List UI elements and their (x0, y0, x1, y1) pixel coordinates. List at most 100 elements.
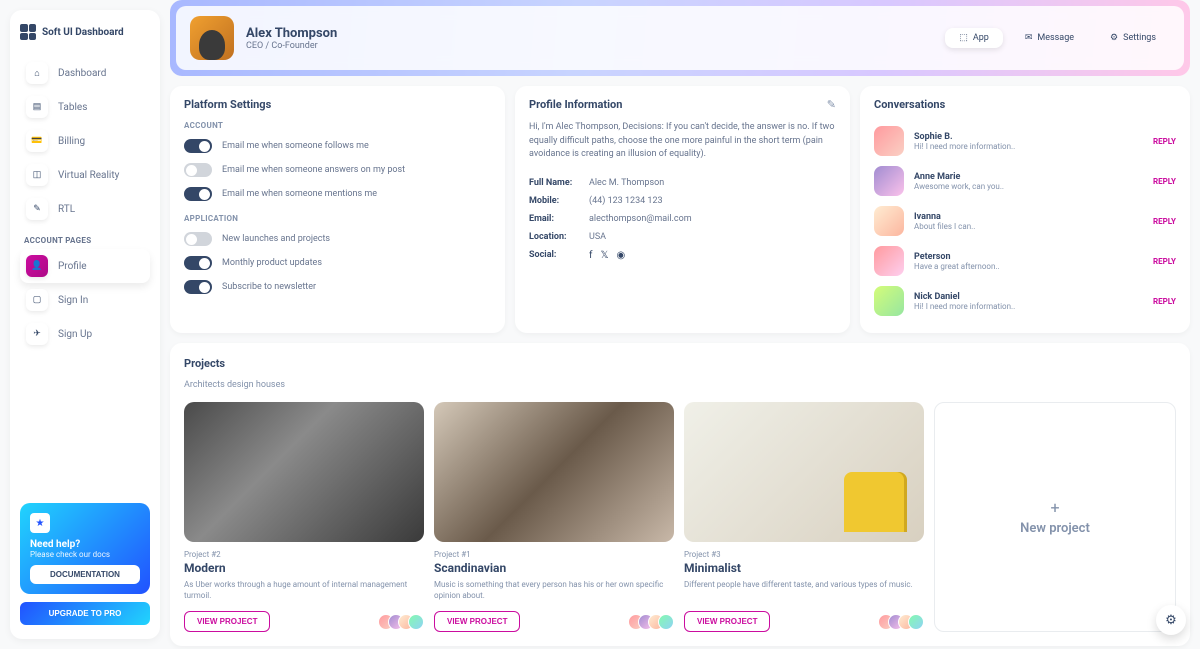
view-project-button[interactable]: VIEW PROJECT (184, 611, 270, 632)
tab-label: Settings (1123, 33, 1156, 43)
billing-icon: 💳 (26, 130, 48, 152)
gear-icon: ⚙ (1110, 33, 1118, 43)
project-number: Project #1 (434, 550, 674, 559)
project-description: Different people have different taste, a… (684, 579, 924, 601)
avatar (874, 126, 904, 156)
avatar (874, 166, 904, 196)
profile-header: Alex Thompson CEO / Co-Founder ⬚App ✉Mes… (170, 0, 1190, 76)
nav-label: Billing (58, 136, 85, 147)
card-title: Platform Settings (184, 98, 491, 111)
view-project-button[interactable]: VIEW PROJECT (434, 611, 520, 632)
facebook-icon[interactable]: f (589, 250, 592, 261)
card-title: Conversations (874, 98, 1176, 111)
conversation-item: Anne MarieAwesome work, can you..REPLY (874, 161, 1176, 201)
projects-card: Projects Architects design houses Projec… (170, 343, 1190, 646)
nav-dashboard[interactable]: ⌂Dashboard (20, 56, 150, 90)
profile-name: Alex Thompson (246, 26, 337, 41)
conv-msg: About files I can.. (914, 222, 975, 231)
reply-button[interactable]: REPLY (1153, 177, 1176, 186)
project-image (684, 402, 924, 542)
info-location-label: Location: (529, 232, 589, 242)
profile-role: CEO / Co-Founder (246, 41, 337, 51)
instagram-icon[interactable]: ◉ (617, 250, 626, 261)
new-project-button[interactable]: + New project (934, 402, 1176, 632)
project-image (434, 402, 674, 542)
reply-button[interactable]: REPLY (1153, 257, 1176, 266)
platform-settings-card: Platform Settings ACCOUNT Email me when … (170, 86, 505, 333)
card-title: Projects (184, 357, 1176, 370)
info-email-label: Email: (529, 214, 589, 224)
view-project-button[interactable]: VIEW PROJECT (684, 611, 770, 632)
toggle-mentions[interactable] (184, 187, 212, 201)
info-email: alecthompson@mail.com (589, 214, 692, 224)
card-title: Profile Information (529, 98, 836, 111)
project-title: Scandinavian (434, 561, 674, 575)
toggle-newsletter[interactable] (184, 280, 212, 294)
twitter-icon[interactable]: 𝕏 (600, 250, 608, 261)
conv-name: Ivanna (914, 212, 975, 222)
nav-profile[interactable]: 👤Profile (20, 249, 150, 283)
cube-icon: ⬚ (959, 33, 968, 43)
toggle-launches[interactable] (184, 232, 212, 246)
header-tabs: ⬚App ✉Message ⚙ Settings (945, 28, 1170, 48)
brand-icon (20, 24, 36, 40)
nav-section-label: ACCOUNT PAGES (24, 236, 146, 245)
nav-label: RTL (58, 204, 75, 215)
nav-billing[interactable]: 💳 Billing (20, 124, 150, 158)
conversations-card: Conversations Sophie B.Hi! I need more i… (860, 86, 1190, 333)
brand-label: Soft UI Dashboard (42, 27, 124, 38)
section-account: ACCOUNT (184, 121, 491, 130)
profile-bio: Hi, I'm Alec Thompson, Decisions: If you… (529, 121, 836, 162)
help-subtitle: Please check our docs (30, 550, 140, 559)
envelope-icon: ✉ (1025, 33, 1033, 43)
project-image (184, 402, 424, 542)
nav-label: Sign Up (58, 329, 92, 340)
setting-answers: Email me when someone answers on my post (184, 158, 491, 182)
new-project-label: New project (1020, 521, 1090, 536)
info-mobile: (44) 123 1234 123 (589, 196, 663, 206)
nav-signin[interactable]: ▢Sign In (20, 283, 150, 317)
nav-label: Virtual Reality (58, 170, 119, 181)
reply-button[interactable]: REPLY (1153, 297, 1176, 306)
project-description: As Uber works through a huge amount of i… (184, 579, 424, 601)
info-fullname: Alec M. Thompson (589, 178, 664, 188)
signin-icon: ▢ (26, 289, 48, 311)
conversation-item: PetersonHave a great afternoon.. REPLY (874, 241, 1176, 281)
project-number: Project #2 (184, 550, 424, 559)
tab-message[interactable]: ✉Message (1011, 28, 1088, 48)
documentation-button[interactable]: DOCUMENTATION (30, 565, 140, 584)
toggle-answers[interactable] (184, 163, 212, 177)
setting-label: Email me when someone mentions me (222, 189, 377, 199)
conv-msg: Have a great afternoon.. (914, 262, 1000, 271)
info-fullname-label: Full Name: (529, 178, 589, 188)
conv-name: Nick Daniel (914, 292, 1015, 302)
project-modern: Project #2 Modern As Uber works through … (184, 402, 424, 632)
nav-vr[interactable]: ◫Virtual Reality (20, 158, 150, 192)
info-location: USA (589, 232, 606, 242)
nav-signup[interactable]: ✈Sign Up (20, 317, 150, 351)
conversation-item: Nick DanielHi! I need more information..… (874, 281, 1176, 321)
reply-button[interactable]: REPLY (1153, 137, 1176, 146)
nav-label: Dashboard (58, 68, 106, 79)
conv-msg: Hi! I need more information.. (914, 302, 1015, 311)
setting-updates: Monthly product updates (184, 251, 491, 275)
nav-tables[interactable]: ▤Tables (20, 90, 150, 124)
team-avatars (878, 614, 924, 630)
settings-fab[interactable]: ⚙ (1156, 605, 1186, 635)
nav-rtl[interactable]: ✎RTL (20, 192, 150, 226)
brand[interactable]: Soft UI Dashboard (20, 24, 150, 40)
conv-name: Peterson (914, 252, 1000, 262)
tab-app[interactable]: ⬚App (945, 28, 1003, 48)
avatar (874, 286, 904, 316)
edit-icon[interactable]: ✎ (827, 98, 836, 111)
upgrade-button[interactable]: UPGRADE TO PRO (20, 602, 150, 625)
avatar (874, 206, 904, 236)
tables-icon: ▤ (26, 96, 48, 118)
plus-icon: + (1050, 498, 1059, 517)
setting-label: Email me when someone follows me (222, 141, 369, 151)
toggle-updates[interactable] (184, 256, 212, 270)
toggle-follows[interactable] (184, 139, 212, 153)
reply-button[interactable]: REPLY (1153, 217, 1176, 226)
tab-settings[interactable]: ⚙ Settings (1096, 28, 1170, 48)
project-scandinavian: Project #1 Scandinavian Music is somethi… (434, 402, 674, 632)
